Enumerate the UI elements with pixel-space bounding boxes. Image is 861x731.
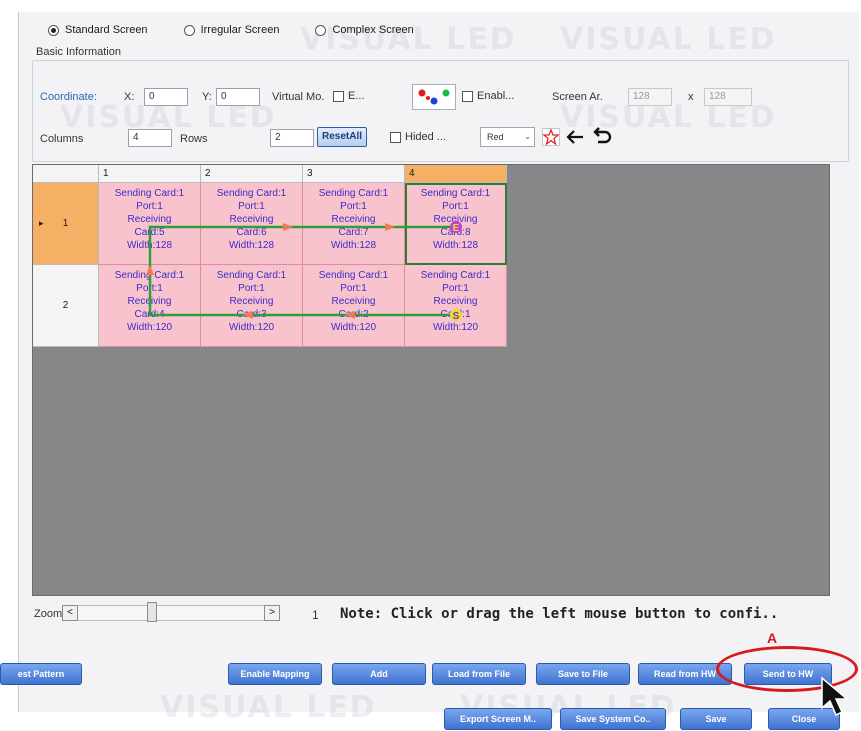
virtual-pixel-icon[interactable] — [412, 84, 456, 110]
radio-complex-screen[interactable]: Complex Screen — [315, 24, 414, 36]
annotation-letter: A — [767, 630, 778, 646]
reset-all-button[interactable]: ResetAll — [317, 127, 367, 147]
radio-label: Irregular Screen — [200, 24, 280, 36]
radio-dot — [183, 24, 195, 36]
columns-input[interactable] — [128, 129, 172, 147]
enable-mapping-button[interactable]: Enable Mapping — [228, 663, 322, 685]
y-label: Y: — [202, 91, 212, 103]
zoom-label: Zoom — [34, 608, 63, 620]
save-system-config-button[interactable]: Save System Co.. — [560, 708, 666, 730]
color-select-value: Red — [487, 132, 504, 142]
enable-checkbox[interactable]: Enabl... — [462, 90, 514, 102]
zoom-slider-thumb[interactable] — [147, 602, 157, 622]
columns-label: Columns — [40, 133, 84, 145]
screen-area-separator: x — [688, 91, 694, 103]
zoom-left-arrow[interactable]: < — [62, 605, 78, 621]
route-arrow — [146, 265, 154, 275]
instruction-note: Note: Click or drag the left mouse butto… — [340, 606, 779, 622]
virtual-mode-label: Virtual Mo. — [272, 91, 325, 103]
color-select[interactable]: Red ⌄ — [480, 127, 535, 147]
radio-standard-screen[interactable]: Standard Screen — [48, 24, 148, 36]
screen-layout-grid[interactable]: 1 2 3 4 ▸ 1 2 Sending Card:1 Port:1 Rece… — [32, 164, 830, 596]
zoom-right-arrow[interactable]: > — [264, 605, 280, 621]
zoom-value: 1 — [312, 608, 319, 622]
add-button[interactable]: Add — [332, 663, 426, 685]
mouse-cursor-icon — [821, 676, 850, 717]
arrow-left-icon[interactable] — [564, 126, 586, 148]
save-to-file-button[interactable]: Save to File — [536, 663, 630, 685]
checkbox-label: Enabl... — [477, 90, 515, 102]
checkbox-box — [333, 90, 344, 102]
chevron-down-icon: ⌄ — [524, 132, 531, 141]
undo-icon[interactable] — [592, 124, 614, 146]
radio-dot-selected — [48, 24, 59, 36]
checkbox-label: Hided ... — [405, 131, 446, 143]
radio-label: Standard Screen — [65, 24, 148, 36]
screen-width-input[interactable] — [628, 88, 672, 106]
x-label: X: — [124, 91, 135, 103]
cable-route-overlay: S E — [146, 221, 462, 322]
route-line — [148, 225, 456, 317]
save-button[interactable]: Save — [680, 708, 752, 730]
route-end-label: E — [453, 223, 460, 234]
export-screen-map-button[interactable]: Export Screen M.. — [444, 708, 552, 730]
load-from-file-button[interactable]: Load from File — [432, 663, 526, 685]
radio-label: Complex Screen — [332, 24, 414, 36]
e-checkbox[interactable]: E... — [333, 90, 365, 102]
hided-checkbox[interactable]: Hided ... — [390, 131, 446, 143]
screen-area-label: Screen Ar. — [552, 91, 603, 103]
coordinate-label: Coordinate: — [40, 91, 97, 103]
radio-dot — [315, 24, 327, 36]
zoom-slider-track[interactable] — [78, 605, 264, 621]
rows-input[interactable] — [270, 129, 314, 147]
route-arrow — [385, 223, 395, 231]
route-arrow — [243, 311, 253, 319]
route-arrow — [283, 223, 293, 231]
radio-irregular-screen[interactable]: Irregular Screen — [183, 24, 280, 36]
basic-information-title: Basic Information — [36, 46, 121, 58]
x-coordinate-input[interactable] — [144, 88, 188, 106]
route-arrow — [345, 311, 355, 319]
screen-type-options: Standard Screen Irregular Screen Complex… — [48, 24, 414, 36]
test-pattern-button[interactable]: est Pattern — [0, 663, 82, 685]
screen-height-input[interactable] — [704, 88, 752, 106]
checkbox-box — [390, 131, 401, 143]
route-start-label: S — [453, 311, 460, 322]
y-coordinate-input[interactable] — [216, 88, 260, 106]
star-icon[interactable] — [540, 126, 562, 148]
checkbox-label: E... — [348, 90, 365, 102]
rows-label: Rows — [180, 133, 208, 145]
checkbox-box — [462, 90, 473, 102]
